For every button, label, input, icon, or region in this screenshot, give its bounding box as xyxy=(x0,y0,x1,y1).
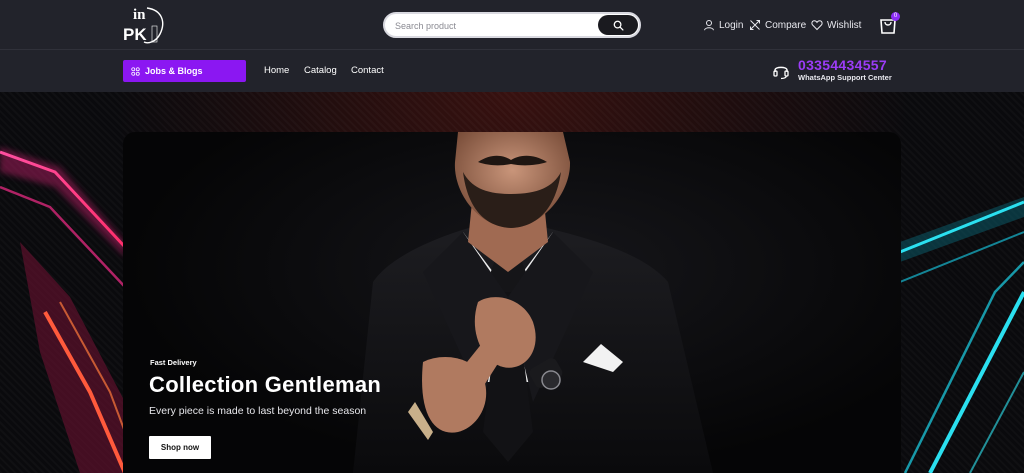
site-logo[interactable]: in PK xyxy=(122,4,168,46)
wishlist-label: Wishlist xyxy=(827,19,862,31)
neon-left-decoration xyxy=(0,147,127,473)
model-image xyxy=(353,132,713,473)
jobs-blogs-label: Jobs & Blogs xyxy=(145,66,203,76)
search-input[interactable] xyxy=(395,17,595,35)
hero-banner xyxy=(123,132,901,473)
login-link[interactable]: Login xyxy=(703,18,743,32)
shop-now-button[interactable]: Shop now xyxy=(149,436,211,459)
support-label: WhatsApp Support Center xyxy=(798,73,892,82)
compare-link[interactable]: Compare xyxy=(749,18,806,32)
heart-icon xyxy=(811,20,823,31)
headset-icon xyxy=(773,66,789,80)
nav-contact[interactable]: Contact xyxy=(351,65,384,76)
wishlist-link[interactable]: Wishlist xyxy=(811,18,861,32)
user-icon xyxy=(704,20,714,31)
cart-button[interactable]: 0 xyxy=(879,12,900,35)
hero-subtitle: Every piece is made to last beyond the s… xyxy=(149,405,367,417)
search-bar xyxy=(383,12,641,38)
compare-icon xyxy=(750,20,760,30)
support-phone: 03354434557 xyxy=(798,57,887,73)
svg-text:in: in xyxy=(133,7,146,23)
cart-count-badge: 0 xyxy=(891,12,900,21)
search-icon xyxy=(613,20,624,31)
compare-label: Compare xyxy=(765,19,807,31)
grid-icon xyxy=(131,66,140,76)
hero-eyebrow: Fast Delivery xyxy=(150,358,197,367)
svg-text:PK: PK xyxy=(123,25,147,44)
search-button[interactable] xyxy=(598,15,638,35)
whatsapp-support[interactable]: 03354434557 WhatsApp Support Center xyxy=(772,57,902,85)
hero-title: Collection Gentleman xyxy=(149,372,382,397)
nav-catalog[interactable]: Catalog xyxy=(304,65,337,76)
neon-right-decoration xyxy=(900,197,1024,473)
login-label: Login xyxy=(719,19,744,31)
jobs-blogs-button[interactable]: Jobs & Blogs xyxy=(123,60,246,82)
nav-home[interactable]: Home xyxy=(264,65,289,76)
